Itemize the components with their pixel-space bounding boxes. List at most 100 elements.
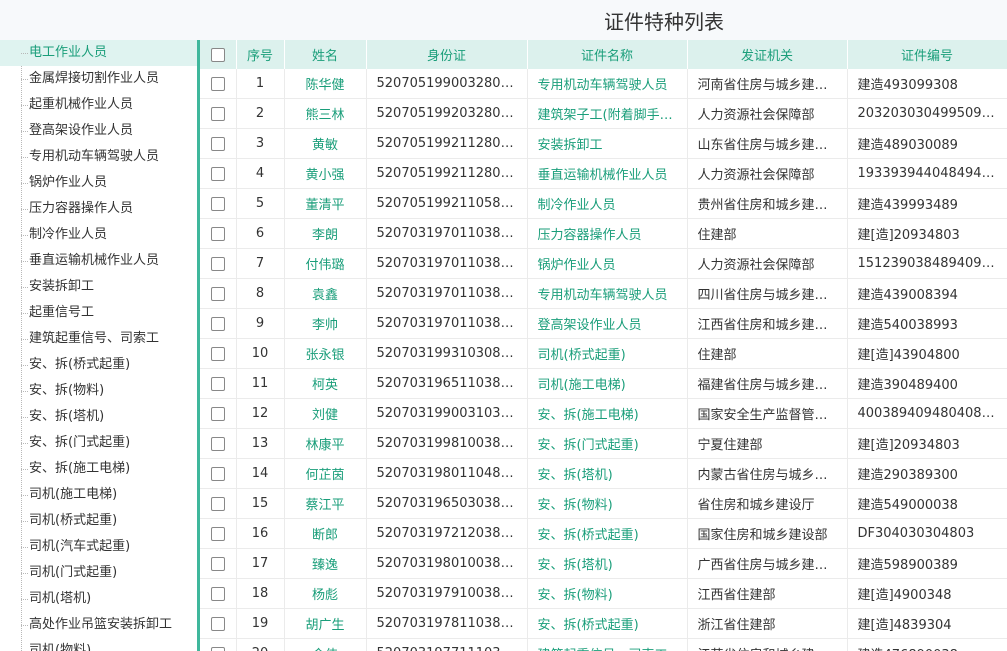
sidebar-item[interactable]: 金属焊接切割作业人员: [0, 66, 197, 92]
column-header-cert-name[interactable]: 证件名称: [527, 40, 688, 69]
row-checkbox[interactable]: [210, 646, 225, 651]
cell-select[interactable]: [200, 98, 237, 129]
cell-select[interactable]: [200, 248, 237, 279]
sidebar-item[interactable]: 压力容器操作人员: [0, 196, 197, 222]
cell-select[interactable]: [200, 278, 237, 309]
table-row[interactable]: 3 黄敏 520705199211280495 安装拆卸工 山东省住房与城乡建设厅 建造4…: [200, 128, 1007, 159]
table-row[interactable]: 13 林康平 520703199810038493 安、拆(门式起重) 宁夏住建部 建[造…: [200, 428, 1007, 459]
sidebar-item[interactable]: 电工作业人员: [0, 40, 197, 66]
sidebar-item[interactable]: 锅炉作业人员: [0, 170, 197, 196]
column-header-id-card[interactable]: 身份证: [366, 40, 528, 69]
cell-cert-name: 专用机动车辆驾驶人员: [527, 278, 688, 309]
column-header-name[interactable]: 姓名: [284, 40, 367, 69]
table-row[interactable]: 14 何芷茵 520703198011048495 安、拆(塔机) 内蒙古省住房与城乡建…: [200, 458, 1007, 489]
tree-branch-line: [21, 339, 28, 340]
cell-name: 黄敏: [284, 128, 367, 159]
table-row[interactable]: 15 蔡江平 520703196503038495 安、拆(物料) 省住房和城乡建设厅建…: [200, 488, 1007, 519]
sidebar-item[interactable]: 建筑起重信号、司索工: [0, 326, 197, 352]
table-row[interactable]: 2 熊三林 520705199203280495 建筑架子工(附着脚手架) 人力资源社会…: [200, 98, 1007, 129]
sidebar-item[interactable]: 司机(桥式起重): [0, 508, 197, 534]
column-header-cert-number[interactable]: 证件编号: [847, 40, 1007, 69]
sidebar-item[interactable]: 高处作业吊篮安装拆卸工: [0, 612, 197, 638]
sidebar-item[interactable]: 安、拆(塔机): [0, 404, 197, 430]
table-row[interactable]: 17 臻逸 520703198010038495 安、拆(塔机) 广西省住房与城乡建设厅…: [200, 548, 1007, 579]
sidebar-item[interactable]: 制冷作业人员: [0, 222, 197, 248]
column-header-index[interactable]: 序号: [236, 40, 285, 69]
row-checkbox[interactable]: [210, 196, 225, 211]
table-row[interactable]: 5 董清平 520705199211058495 制冷作业人员 贵州省住房和城乡建设厅建…: [200, 188, 1007, 219]
cell-select[interactable]: [200, 368, 237, 399]
sidebar-item[interactable]: 安、拆(门式起重): [0, 430, 197, 456]
cell-select[interactable]: [200, 398, 237, 429]
cell-select[interactable]: [200, 158, 237, 189]
sidebar-item[interactable]: 专用机动车辆驾驶人员: [0, 144, 197, 170]
sidebar-item[interactable]: 司机(物料): [0, 638, 197, 651]
row-checkbox[interactable]: [210, 136, 225, 151]
sidebar-item[interactable]: 司机(汽车式起重): [0, 534, 197, 560]
sidebar-item[interactable]: 起重信号工: [0, 300, 197, 326]
row-checkbox[interactable]: [210, 256, 225, 271]
cell-select[interactable]: [200, 458, 237, 489]
cell-select[interactable]: [200, 188, 237, 219]
row-checkbox[interactable]: [210, 106, 225, 121]
cell-issuer: 内蒙古省住房与城乡建设厅: [687, 458, 848, 489]
row-checkbox[interactable]: [210, 466, 225, 481]
row-checkbox[interactable]: [210, 376, 225, 391]
cell-select[interactable]: [200, 338, 237, 369]
cell-select[interactable]: [200, 428, 237, 459]
cell-name: 黄小强: [284, 158, 367, 189]
table-row[interactable]: 8 袁鑫 520703197011038495 专用机动车辆驾驶人员 四川省住房与城乡建…: [200, 278, 1007, 309]
table-row[interactable]: 11 柯英 520703196511038309 司机(施工电梯) 福建省住房与城乡建设…: [200, 368, 1007, 399]
row-checkbox[interactable]: [210, 346, 225, 361]
row-checkbox[interactable]: [210, 556, 225, 571]
table-row[interactable]: 4 黄小强 520705199211280495 垂直运输机械作业人员 人力资源社会保障…: [200, 158, 1007, 189]
table-row[interactable]: 20金伟520703197711103239建筑起重信号、司索工江苏省住房和城乡…: [200, 638, 1007, 651]
cell-issuer: 广西省住房与城乡建设厅: [687, 548, 848, 579]
cell-select[interactable]: [200, 578, 237, 609]
cell-select[interactable]: [200, 69, 237, 99]
sidebar-item[interactable]: 登高架设作业人员: [0, 118, 197, 144]
table-row[interactable]: 1 陈华健 520705199003280495 专用机动车辆驾驶人员 河南省住房与城乡…: [200, 69, 1007, 99]
row-checkbox[interactable]: [210, 76, 225, 91]
table-row[interactable]: 16 断郎 520703197212038495 安、拆(桥式起重) 国家住房和城乡建设…: [200, 518, 1007, 549]
row-checkbox[interactable]: [210, 286, 225, 301]
cell-cert-name: 司机(施工电梯): [527, 368, 688, 399]
table-row[interactable]: 10 张永银 520703199310308495 司机(桥式起重) 住建部 建[造]43…: [200, 338, 1007, 369]
sidebar-item[interactable]: 起重机械作业人员: [0, 92, 197, 118]
row-checkbox[interactable]: [210, 166, 225, 181]
column-header-issuer[interactable]: 发证机关: [687, 40, 848, 69]
cell-select[interactable]: [200, 548, 237, 579]
row-checkbox[interactable]: [210, 526, 225, 541]
cell-select[interactable]: [200, 488, 237, 519]
row-checkbox[interactable]: [210, 436, 225, 451]
sidebar-item[interactable]: 安、拆(物料): [0, 378, 197, 404]
sidebar-item[interactable]: 垂直运输机械作业人员: [0, 248, 197, 274]
table-row[interactable]: 18 杨彪 520703197910038495 安、拆(物料) 江西省住建部 建[造]4…: [200, 578, 1007, 609]
row-checkbox[interactable]: [210, 316, 225, 331]
row-checkbox[interactable]: [210, 586, 225, 601]
cell-select[interactable]: [200, 518, 237, 549]
select-all-header[interactable]: [200, 40, 237, 69]
table-row[interactable]: 19 胡广生 520703197811038495 安、拆(桥式起重) 浙江省住建部 建[…: [200, 608, 1007, 639]
cell-cert-name: 安装拆卸工: [527, 128, 688, 159]
sidebar-item[interactable]: 安装拆卸工: [0, 274, 197, 300]
select-all-checkbox[interactable]: [210, 47, 225, 62]
table-row[interactable]: 12 刘健 520703199003103839 安、拆(施工电梯) 国家安全生产监督管…: [200, 398, 1007, 429]
table-row[interactable]: 9 李帅 520703197011038495 登高架设作业人员 江西省住房和城乡建设厅…: [200, 308, 1007, 339]
sidebar-item[interactable]: 司机(施工电梯): [0, 482, 197, 508]
sidebar-item[interactable]: 安、拆(桥式起重): [0, 352, 197, 378]
row-checkbox[interactable]: [210, 616, 225, 631]
row-checkbox[interactable]: [210, 226, 225, 241]
cell-select[interactable]: [200, 218, 237, 249]
cell-select[interactable]: [200, 308, 237, 339]
table-row[interactable]: 7 付伟璐 520703197011038495 锅炉作业人员 人力资源社会保障部 151…: [200, 248, 1007, 279]
row-checkbox[interactable]: [210, 406, 225, 421]
cell-select[interactable]: [200, 638, 237, 651]
cell-select[interactable]: [200, 608, 237, 639]
sidebar-item[interactable]: 安、拆(施工电梯): [0, 456, 197, 482]
cell-select[interactable]: [200, 128, 237, 159]
sidebar-item[interactable]: 司机(塔机): [0, 586, 197, 612]
row-checkbox[interactable]: [210, 496, 225, 511]
sidebar-item[interactable]: 司机(门式起重): [0, 560, 197, 586]
table-row[interactable]: 6 李朗 520703197011038495 压力容器操作人员 住建部 建[造]2093…: [200, 218, 1007, 249]
